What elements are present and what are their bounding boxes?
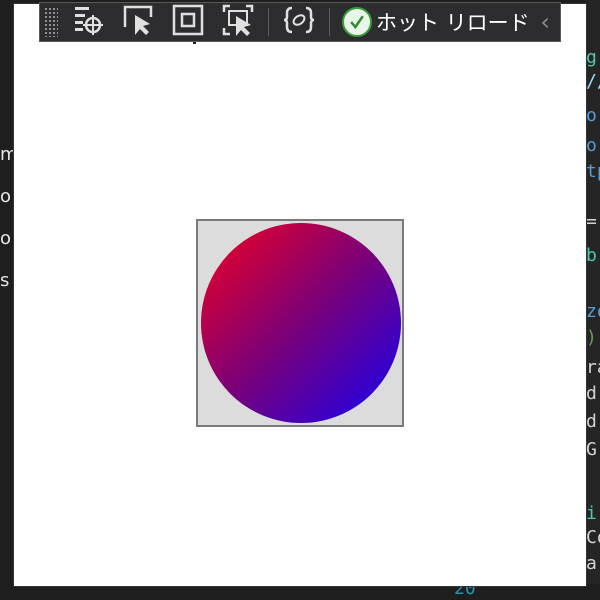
track-focused-element-icon xyxy=(221,3,255,41)
code-fragment: d xyxy=(586,383,597,404)
binding-failures-icon xyxy=(282,3,316,41)
ide-left-fragment: s xyxy=(0,270,10,291)
select-in-app-button[interactable] xyxy=(118,2,158,42)
select-element-button[interactable] xyxy=(68,2,108,42)
collapse-toolbar-icon[interactable]: ‹ xyxy=(540,8,550,36)
code-fragment: g xyxy=(586,47,597,68)
code-fragment: Co xyxy=(586,527,600,548)
code-fragment: tp xyxy=(586,161,600,182)
xaml-runtime-toolbar: ホット リロード ‹ xyxy=(39,2,561,42)
gradient-circle xyxy=(201,223,401,423)
code-fragment: G xyxy=(586,439,597,460)
code-fragment: i xyxy=(586,503,597,524)
hot-reload-label: ホット リロード xyxy=(376,11,530,35)
select-element-icon xyxy=(71,3,105,41)
ide-right-code-strip: g // o o tp = b zo ) ra d d G i Co a xyxy=(586,0,600,600)
toolbar-grip[interactable] xyxy=(44,7,58,37)
toolbar-separator xyxy=(329,8,330,36)
ide-left-fragment: m xyxy=(0,144,14,165)
code-fragment: d xyxy=(586,411,597,432)
code-fragment: b xyxy=(586,245,597,266)
code-fragment: ) xyxy=(586,327,597,348)
select-element-cursor-icon xyxy=(121,3,155,41)
binding-failures-button[interactable] xyxy=(279,2,319,42)
content-box xyxy=(196,219,404,427)
code-fragment: zo xyxy=(586,301,600,322)
ide-left-code-strip: m o o s xyxy=(0,130,14,590)
code-fragment: = xyxy=(586,211,597,232)
code-fragment: ra xyxy=(586,357,600,378)
code-fragment: o xyxy=(586,105,597,126)
display-layout-adorners-icon xyxy=(171,3,205,41)
code-fragment: // xyxy=(586,71,600,92)
ide-left-fragment: o xyxy=(0,186,12,207)
track-focused-element-button[interactable] xyxy=(218,2,258,42)
toolbar-separator xyxy=(268,8,269,36)
hot-reload-check-icon xyxy=(342,7,372,37)
ide-bottom-bar: 20 xyxy=(410,578,600,600)
display-layout-adorners-button[interactable] xyxy=(168,2,208,42)
hot-reload-button[interactable]: ホット リロード xyxy=(342,2,530,42)
code-fragment: a xyxy=(586,553,597,574)
code-fragment: o xyxy=(586,135,597,156)
ide-left-fragment: o xyxy=(0,228,12,249)
